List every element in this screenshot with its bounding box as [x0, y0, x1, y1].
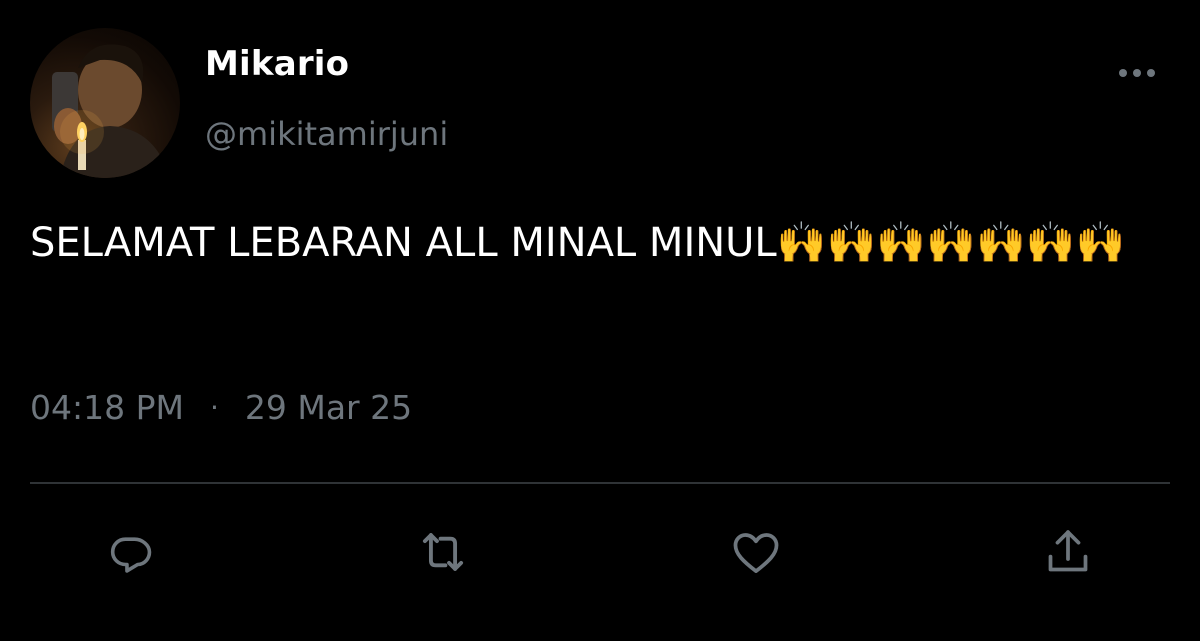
share-icon: [1048, 530, 1088, 572]
avatar-photo: [52, 44, 170, 178]
author-handle[interactable]: @mikitamirjuni: [205, 115, 448, 153]
meta-separator: ·: [209, 391, 219, 424]
tweet-card: Mikario @mikitamirjuni SELAMAT LEBARAN A…: [0, 0, 1200, 641]
tweet-text: SELAMAT LEBARAN ALL MINAL MINUL🙌🙌🙌🙌🙌🙌🙌: [30, 220, 1126, 266]
retweet-button[interactable]: [413, 522, 473, 582]
divider: [30, 482, 1170, 484]
author-display-name[interactable]: Mikario: [205, 44, 349, 84]
retweet-icon: [422, 533, 464, 571]
share-button[interactable]: [1038, 522, 1098, 582]
tweet-date[interactable]: 29 Mar 25: [245, 388, 412, 427]
more-dots-icon: [1119, 69, 1155, 77]
more-options-button[interactable]: [1112, 58, 1162, 88]
like-button[interactable]: [726, 522, 786, 582]
heart-icon: [733, 533, 779, 573]
reply-icon: [110, 537, 152, 573]
tweet-time[interactable]: 04:18 PM: [30, 388, 184, 427]
avatar[interactable]: [30, 28, 180, 178]
reply-button[interactable]: [100, 522, 160, 582]
tweet-meta: 04:18 PM · 29 Mar 25: [30, 388, 412, 427]
